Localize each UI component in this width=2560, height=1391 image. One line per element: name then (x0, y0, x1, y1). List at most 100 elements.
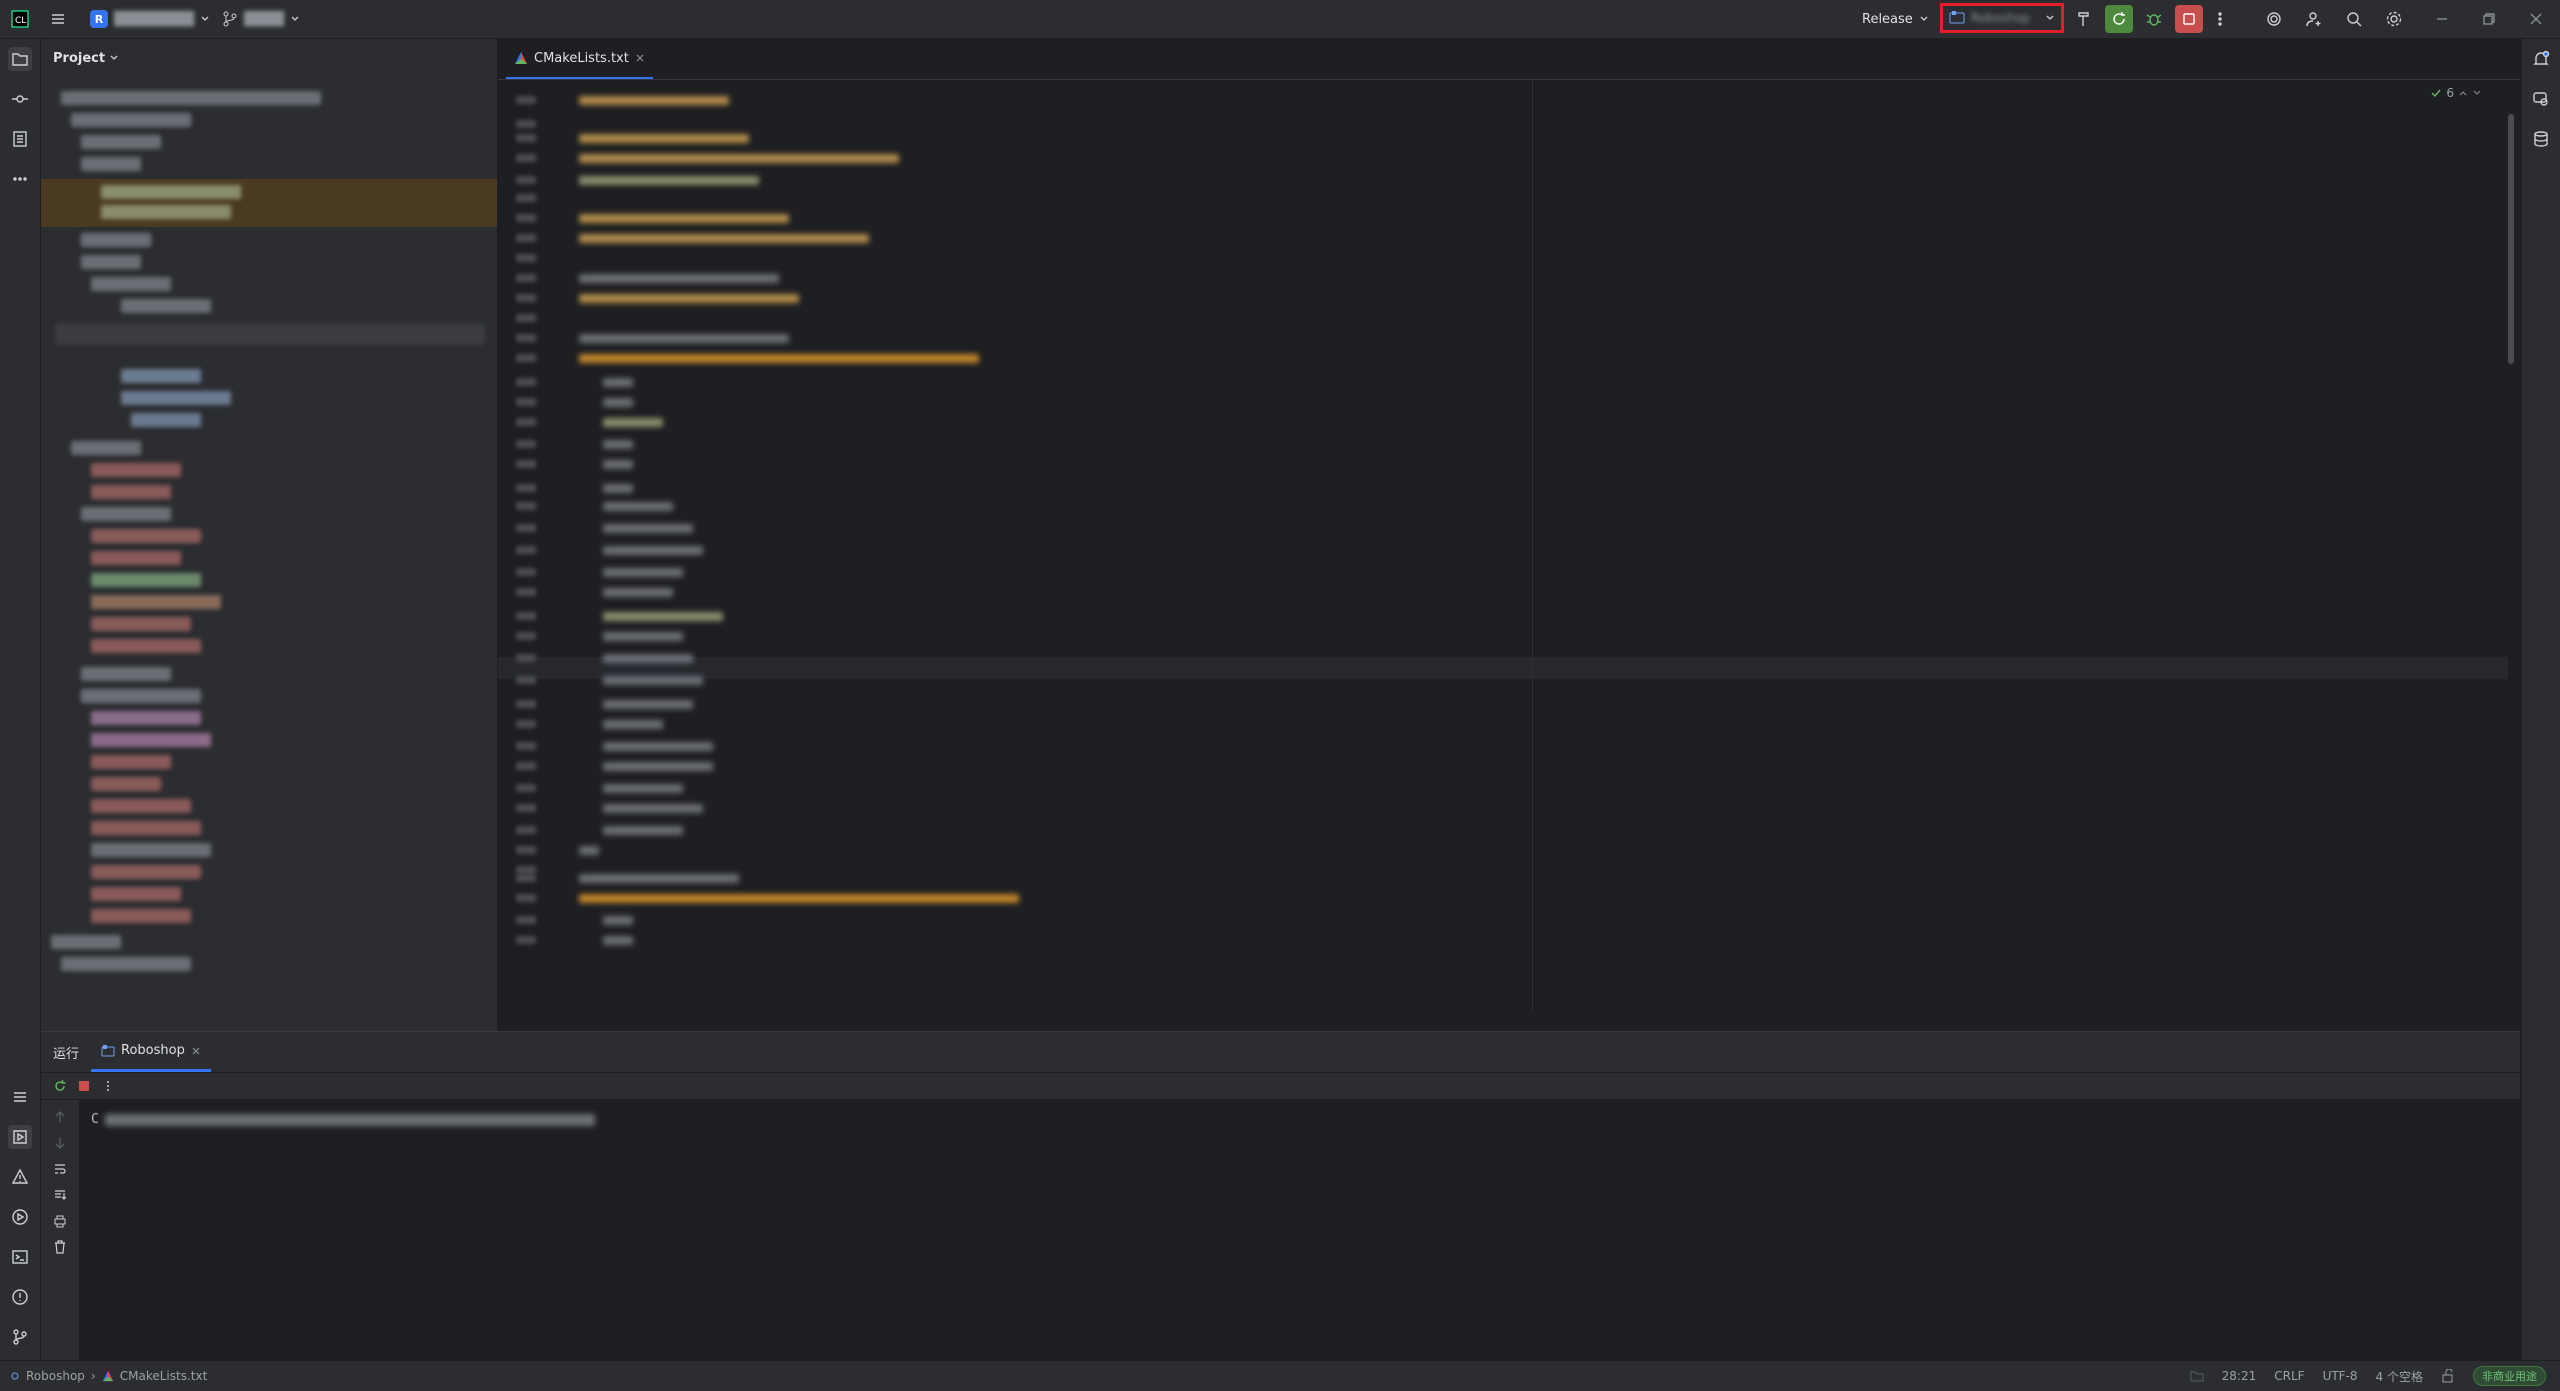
tree-row-blurred[interactable] (101, 205, 231, 219)
arrow-down-icon[interactable] (53, 1136, 67, 1150)
tab-cmakelists[interactable]: CMakeLists.txt (506, 39, 653, 79)
close-window-button[interactable] (2522, 5, 2550, 33)
chevron-down-icon[interactable] (2472, 88, 2482, 98)
project-widget[interactable]: R ████████ (90, 6, 210, 32)
tree-row-blurred[interactable] (91, 551, 181, 565)
close-icon[interactable] (191, 1046, 201, 1056)
stop-button[interactable] (2175, 5, 2203, 33)
rerun-icon[interactable] (53, 1079, 67, 1093)
tree-row-blurred[interactable] (121, 369, 201, 383)
code-with-me-button[interactable] (2300, 5, 2328, 33)
services-tool-button[interactable] (8, 1085, 32, 1109)
vcs-branch-widget[interactable]: ████ (222, 6, 300, 32)
settings-button[interactable] (2380, 5, 2408, 33)
tree-row-blurred[interactable] (91, 799, 191, 813)
run-tab-roboshop[interactable]: Roboshop (91, 1032, 211, 1072)
tree-row-blurred[interactable] (91, 733, 211, 747)
run-dashboard-button[interactable] (8, 1205, 32, 1229)
problems-info-button[interactable] (8, 1285, 32, 1309)
file-encoding[interactable]: UTF-8 (2323, 1369, 2358, 1383)
tree-row-blurred[interactable] (121, 299, 211, 313)
print-icon[interactable] (53, 1214, 67, 1228)
tree-row-blurred[interactable] (91, 595, 221, 609)
tree-row-blurred[interactable] (81, 135, 161, 149)
inspection-widget[interactable]: 6 (2430, 86, 2482, 100)
tree-row-blurred[interactable] (91, 777, 161, 791)
chevron-up-icon[interactable] (2458, 88, 2468, 98)
breadcrumb-file[interactable]: CMakeLists.txt (120, 1369, 208, 1383)
stop-icon[interactable] (77, 1079, 91, 1093)
tree-row-blurred[interactable] (91, 865, 201, 879)
project-panel-header[interactable]: Project (41, 39, 497, 77)
tree-row-blurred[interactable] (81, 689, 201, 703)
trash-icon[interactable] (53, 1240, 67, 1254)
run-tool-button[interactable] (8, 1125, 32, 1149)
tree-row-blurred[interactable] (61, 957, 191, 971)
ai-chat-button[interactable] (2529, 87, 2553, 111)
scroll-to-end-icon[interactable] (53, 1188, 67, 1202)
unlock-icon[interactable] (2441, 1369, 2455, 1383)
editor-scrollbar[interactable] (2508, 114, 2514, 364)
app-logo-icon: CL (6, 5, 34, 33)
tree-row-blurred[interactable] (61, 91, 321, 105)
code-editor[interactable]: 6 (498, 80, 2520, 1030)
close-icon[interactable] (635, 53, 645, 63)
restore-button[interactable] (2475, 5, 2503, 33)
tree-row-blurred[interactable] (91, 887, 181, 901)
main-menu-button[interactable] (44, 5, 72, 33)
search-button[interactable] (2340, 5, 2368, 33)
more-actions-button[interactable] (2208, 5, 2232, 33)
tree-row-blurred[interactable] (91, 711, 201, 725)
tree-row-blurred[interactable] (91, 573, 201, 587)
breadcrumb-project[interactable]: Roboshop (26, 1369, 85, 1383)
tree-row-blurred[interactable] (71, 113, 191, 127)
terminal-tool-button[interactable] (8, 1245, 32, 1269)
tree-row-blurred[interactable] (91, 277, 171, 291)
tree-row-blurred[interactable] (91, 909, 191, 923)
ai-assistant-button[interactable] (2260, 5, 2288, 33)
indent-setting[interactable]: 4 个空格 (2376, 1368, 2423, 1385)
hovered-tree-row[interactable] (55, 323, 485, 345)
tree-row-blurred[interactable] (91, 463, 181, 477)
tree-row-blurred[interactable] (51, 935, 121, 949)
rerun-button[interactable] (2105, 5, 2133, 33)
cmake-icon (515, 52, 527, 64)
problems-tool-button[interactable] (8, 1165, 32, 1189)
run-config-select[interactable]: Roboshop (1940, 3, 2064, 33)
build-config-select[interactable]: Release (1862, 6, 1929, 32)
debug-button[interactable] (2140, 5, 2168, 33)
tree-row-blurred[interactable] (91, 639, 201, 653)
tree-row-blurred[interactable] (91, 529, 201, 543)
build-hammer-button[interactable] (2070, 5, 2098, 33)
license-badge[interactable]: 非商业用途 (2473, 1366, 2546, 1386)
minimize-button[interactable] (2428, 5, 2456, 33)
tree-row-blurred[interactable] (81, 233, 151, 247)
tree-row-blurred[interactable] (91, 617, 191, 631)
tree-row-blurred[interactable] (91, 843, 211, 857)
cursor-position[interactable]: 28:21 (2222, 1369, 2257, 1383)
tree-row-blurred[interactable] (101, 185, 241, 199)
arrow-up-icon[interactable] (53, 1110, 67, 1124)
notifications-button[interactable] (2529, 47, 2553, 71)
git-tool-button[interactable] (8, 1325, 32, 1349)
folder-icon[interactable] (2190, 1369, 2204, 1383)
more-tools-button[interactable] (8, 167, 32, 191)
tree-row-blurred[interactable] (121, 391, 231, 405)
tree-row-blurred[interactable] (81, 157, 141, 171)
tree-row-blurred[interactable] (91, 485, 171, 499)
tree-row-blurred[interactable] (81, 507, 171, 521)
tree-row-blurred[interactable] (71, 441, 141, 455)
tree-row-blurred[interactable] (131, 413, 201, 427)
project-tool-button[interactable] (8, 47, 32, 71)
line-separator[interactable]: CRLF (2274, 1369, 2304, 1383)
tree-row-blurred[interactable] (91, 821, 201, 835)
tree-row-blurred[interactable] (81, 667, 171, 681)
line-number (516, 274, 536, 282)
commit-tool-button[interactable] (8, 87, 32, 111)
tree-row-blurred[interactable] (81, 255, 141, 269)
soft-wrap-icon[interactable] (53, 1162, 67, 1176)
database-tool-button[interactable] (2529, 127, 2553, 151)
structure-tool-button[interactable] (8, 127, 32, 151)
tree-row-blurred[interactable] (91, 755, 171, 769)
more-vertical-icon[interactable] (101, 1079, 115, 1093)
